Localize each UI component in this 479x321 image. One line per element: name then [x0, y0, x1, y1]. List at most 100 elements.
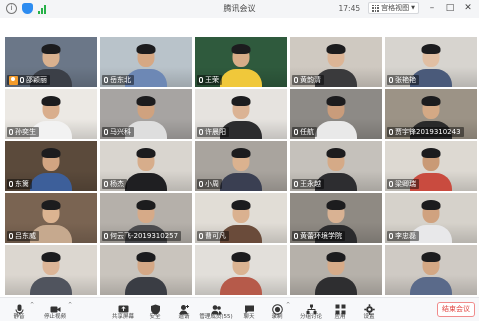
participant-name-tag: 许晨阳 — [197, 127, 229, 137]
participant-name-tag: 东篱 — [7, 179, 32, 189]
participant-name-tag: 邵颖丽 — [7, 75, 50, 85]
microphone-icon — [389, 233, 393, 239]
participant-name-tag: 张艳艳 — [387, 75, 419, 85]
participant-silhouette — [29, 251, 73, 295]
video-tile[interactable]: 岳东北 — [100, 37, 192, 87]
security-button[interactable]: 安全 — [140, 300, 170, 321]
participant-name-tag: 孙奕生 — [7, 127, 39, 137]
host-icon — [9, 75, 18, 85]
participant-name: 何云飞-2019310257 — [110, 232, 179, 240]
signal-icon[interactable] — [38, 4, 48, 14]
apps-button[interactable]: 应用 — [325, 300, 355, 321]
invite-button[interactable]: 邀请 — [169, 300, 199, 321]
participant-name-tag: 杨杰 — [102, 179, 127, 189]
microphone-icon — [9, 233, 13, 239]
participant-name-tag: 李忠磊 — [387, 231, 419, 241]
apps-icon — [335, 300, 346, 315]
manage-members-button[interactable]: 管理成员(55) — [198, 300, 234, 321]
video-tile[interactable]: 王永越 — [290, 141, 382, 191]
video-tile[interactable] — [5, 245, 97, 295]
microphone-icon — [104, 129, 108, 135]
participant-name-tag: 黄韵清 — [292, 75, 324, 85]
share-screen-icon — [118, 300, 129, 313]
microphone-icon — [294, 233, 298, 239]
breakout-rooms-button[interactable]: 分组讨论 — [296, 300, 326, 321]
microphone-icon — [199, 181, 203, 187]
microphone-icon — [104, 77, 108, 83]
participant-name: 岳东北 — [110, 76, 131, 84]
microphone-icon — [389, 181, 393, 187]
video-tile[interactable] — [195, 245, 287, 295]
participant-name: 曹可凡 — [205, 232, 226, 240]
participant-name-tag: 王永越 — [292, 179, 324, 189]
video-tile[interactable]: 黄韵清 — [290, 37, 382, 87]
stop-video-button[interactable]: 停止视频 — [40, 300, 70, 321]
meeting-toolbar: 静音 ^ 停止视频 ^ 共享屏幕 安全 邀请 管理成员(55) 聊天 录制 ^ … — [0, 297, 479, 321]
shield-icon[interactable] — [22, 3, 33, 14]
participant-name: 贾宇锋2019310243 — [395, 128, 461, 136]
chat-icon — [244, 300, 255, 314]
participant-name-tag: 小周 — [197, 179, 222, 189]
video-tile[interactable]: 东篱 — [5, 141, 97, 191]
microphone-icon — [104, 181, 108, 187]
video-tile[interactable]: 小周 — [195, 141, 287, 191]
video-tile[interactable]: 杨杰 — [100, 141, 192, 191]
microphone-icon — [294, 181, 298, 187]
video-tile[interactable]: 曹可凡 — [195, 193, 287, 243]
members-icon — [210, 300, 222, 315]
view-switch-button[interactable]: 宫格视图 ▼ — [368, 2, 419, 14]
mute-options-caret-icon[interactable]: ^ — [30, 302, 34, 308]
video-tile[interactable]: 许晨阳 — [195, 89, 287, 139]
participant-name-tag: 何云飞-2019310257 — [102, 231, 182, 241]
participant-name-tag: 岳东北 — [102, 75, 134, 85]
share-screen-button[interactable]: 共享屏幕 — [108, 300, 138, 321]
participant-silhouette — [314, 251, 358, 295]
maximize-button[interactable]: □ — [445, 2, 455, 14]
microphone-icon — [389, 77, 393, 83]
chat-button[interactable]: 聊天 — [234, 300, 264, 321]
participant-name: 马兴科 — [110, 128, 131, 136]
video-tile[interactable] — [100, 245, 192, 295]
microphone-icon — [199, 233, 203, 239]
video-tile[interactable]: 任航 — [290, 89, 382, 139]
participant-silhouette — [409, 251, 453, 295]
video-tile[interactable]: 贾宇锋2019310243 — [385, 89, 477, 139]
microphone-icon — [9, 181, 13, 187]
video-tile[interactable]: 孙奕生 — [5, 89, 97, 139]
video-tile[interactable]: 李忠磊 — [385, 193, 477, 243]
video-tile[interactable]: 王荣 — [195, 37, 287, 87]
video-tile[interactable]: 梁卿瑞 — [385, 141, 477, 191]
video-tile[interactable] — [290, 245, 382, 295]
microphone-icon — [199, 77, 203, 83]
end-meeting-button[interactable]: 结束会议 — [437, 302, 475, 317]
participant-name: 许晨阳 — [205, 128, 226, 136]
participant-name-tag: 任航 — [292, 127, 317, 137]
record-options-caret-icon[interactable]: ^ — [286, 302, 290, 308]
close-button[interactable]: ✕ — [463, 2, 473, 14]
camera-icon — [50, 300, 61, 313]
video-tile[interactable]: 马兴科 — [100, 89, 192, 139]
participant-name-tag: 黄蕾环境学院 — [292, 231, 345, 241]
settings-button[interactable]: 设置 — [354, 300, 384, 321]
minimize-button[interactable]: – — [427, 2, 437, 14]
video-tile[interactable]: 何云飞-2019310257 — [100, 193, 192, 243]
participant-name: 张艳艳 — [395, 76, 416, 84]
microphone-icon — [14, 300, 25, 315]
video-tile[interactable] — [385, 245, 477, 295]
meeting-window: i 腾讯会议 17:45 宫格视图 ▼ – □ ✕ 邵颖丽 岳东北 王荣 黄韵清 张艳艳… — [0, 0, 479, 321]
video-tile[interactable]: 吕东威 — [5, 193, 97, 243]
participant-name: 黄蕾环境学院 — [300, 232, 342, 240]
microphone-icon — [389, 129, 393, 135]
participant-name: 王永越 — [300, 180, 321, 188]
microphone-icon — [199, 129, 203, 135]
shield-icon — [150, 300, 161, 315]
participant-silhouette — [124, 251, 168, 295]
microphone-icon — [20, 77, 24, 83]
video-tile[interactable]: 邵颖丽 — [5, 37, 97, 87]
video-tile[interactable]: 黄蕾环境学院 — [290, 193, 382, 243]
video-options-caret-icon[interactable]: ^ — [68, 302, 72, 308]
participant-name: 梁卿瑞 — [395, 180, 416, 188]
info-icon[interactable]: i — [6, 3, 17, 14]
video-tile[interactable]: 张艳艳 — [385, 37, 477, 87]
meeting-time: 17:45 — [338, 3, 361, 13]
